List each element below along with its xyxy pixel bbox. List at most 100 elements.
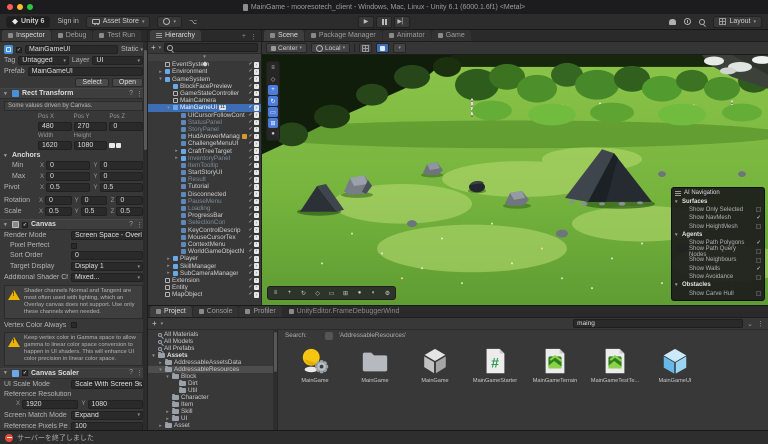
check-icon[interactable]: ✓ <box>248 242 252 247</box>
hierarchy-row[interactable]: StoryPanel ✓ › <box>148 126 261 133</box>
open-prefab-icon[interactable]: › <box>254 278 260 284</box>
nav-option-row[interactable]: Show Avoidance <box>675 273 761 281</box>
hierarchy-row[interactable]: PauseMenu ✓ › <box>148 198 261 205</box>
nav-option-row[interactable]: Show HeightMesh <box>675 222 761 230</box>
grid-visibility-button[interactable] <box>359 43 372 53</box>
check-icon[interactable]: ✓ <box>248 184 252 189</box>
open-prefab-icon[interactable]: › <box>254 227 260 233</box>
folder-row[interactable]: All Models <box>148 338 277 345</box>
help-icon[interactable]: ? <box>129 90 133 98</box>
search-scope-path[interactable]: 'AddressableResources' <box>339 332 407 339</box>
check-icon[interactable]: ✓ <box>248 84 252 89</box>
open-prefab-icon[interactable]: › <box>254 191 260 197</box>
check-icon[interactable]: ✓ <box>248 62 252 67</box>
scale-z-field[interactable]: 0.5 <box>116 207 143 216</box>
open-prefab-icon[interactable]: › <box>254 105 260 111</box>
scene-view-tab[interactable]: Animator <box>383 30 431 41</box>
nav-option-row[interactable]: ▾ Surfaces <box>675 197 761 205</box>
foldout-arrow-icon[interactable]: ▾ <box>4 91 9 97</box>
foldout-arrow-icon[interactable]: ▾ <box>675 199 680 205</box>
hierarchy-row[interactable]: Loading ✓ › <box>148 205 261 212</box>
foldout-arrow-icon[interactable]: ▾ <box>675 232 680 238</box>
nav-option-checkbox[interactable]: ✓ <box>756 215 761 221</box>
hierarchy-row[interactable]: ProgressBar ✓ › <box>148 212 261 219</box>
tag-dropdown[interactable]: Untagged <box>18 56 69 65</box>
ai-navigation-title[interactable]: AI Navigation <box>675 190 761 196</box>
bottom-panel-tab[interactable]: Console <box>193 306 239 317</box>
expand-arrow-icon[interactable]: ▾ <box>202 54 207 60</box>
expand-arrow-icon[interactable]: ▾ <box>151 353 156 359</box>
hierarchy-row[interactable]: ▸ SubCameraManager ✓ › <box>148 270 261 277</box>
step-button[interactable]: ▶▏ <box>394 16 410 28</box>
hierarchy-row[interactable]: HudAnswerManager ✓ › <box>148 133 261 140</box>
open-prefab-icon[interactable]: › <box>254 199 260 205</box>
open-prefab-icon[interactable]: › <box>254 112 260 118</box>
open-prefab-icon[interactable]: › <box>254 270 260 276</box>
check-icon[interactable]: ✓ <box>248 170 252 175</box>
open-prefab-icon[interactable]: › <box>254 292 260 298</box>
ref-resolution-y-field[interactable]: 1080 <box>88 400 144 409</box>
open-prefab-icon[interactable]: › <box>254 69 260 75</box>
open-prefab-icon[interactable]: › <box>254 184 260 190</box>
scaler-enabled-checkbox[interactable] <box>22 370 28 376</box>
open-prefab-icon[interactable]: › <box>254 84 260 90</box>
scale-tool-icon[interactable]: ◇ <box>311 288 324 298</box>
render-mode-dropdown[interactable]: Screen Space - Overlay <box>71 231 143 240</box>
rotate-tool-icon[interactable]: ↻ <box>297 288 310 298</box>
hierarchy-row[interactable]: ContextMenu ✓ › <box>148 241 261 248</box>
rotation-y-field[interactable]: 0 <box>81 196 108 205</box>
folder-row[interactable]: ▸ Skill <box>148 408 277 415</box>
kebab-menu-icon[interactable]: ⋮ <box>250 33 257 41</box>
vertex-color-checkbox[interactable] <box>71 322 77 328</box>
asset-tile[interactable]: MainGameTestTe... <box>590 346 640 384</box>
version-control-icon[interactable]: ⌥ <box>189 18 197 26</box>
play-button[interactable]: ▶ <box>358 16 374 28</box>
hierarchy-row[interactable]: Result ✓ › <box>148 176 261 183</box>
unity-hub-button[interactable]: Unity 6 <box>6 16 50 28</box>
expand-arrow-icon[interactable]: ▾ <box>166 105 171 111</box>
hierarchy-row[interactable]: ▸ Environment ✓ › <box>148 68 261 75</box>
kebab-menu-icon[interactable]: ⋮ <box>757 320 764 328</box>
expand-arrow-icon[interactable]: ▸ <box>165 409 170 415</box>
check-icon[interactable]: ✓ <box>248 127 252 132</box>
folder-row[interactable]: ▸ Asset <box>148 422 277 429</box>
inspector-tab[interactable]: Inspector <box>2 30 51 41</box>
nav-option-row[interactable]: Show NavMesh ✓ <box>675 214 761 222</box>
check-icon[interactable]: ✓ <box>248 134 252 139</box>
check-icon[interactable]: ✓ <box>248 177 252 182</box>
hierarchy-row[interactable]: ▸ Player ✓ › <box>148 255 261 262</box>
asset-tile[interactable]: MainGame <box>350 346 400 384</box>
transform-tool-button[interactable]: ● <box>268 129 278 139</box>
check-icon[interactable]: ✓ <box>248 220 252 225</box>
check-icon[interactable]: ✓ <box>248 256 252 261</box>
asset-tile[interactable]: MainGame <box>290 346 340 384</box>
expand-arrow-icon[interactable]: ▸ <box>158 69 163 75</box>
anchors-foldout[interactable]: Anchors <box>12 152 40 159</box>
prefab-field[interactable]: MainGameUI <box>28 67 143 76</box>
pos-z-field[interactable]: 0 <box>109 122 143 131</box>
folder-row[interactable]: Item <box>148 401 277 408</box>
folder-row[interactable]: All Prefabs <box>148 345 277 352</box>
anchor-min-y-field[interactable]: 0 <box>100 161 144 170</box>
anchor-min-x-field[interactable]: 0 <box>46 161 90 170</box>
sort-order-field[interactable]: 0 <box>71 251 143 260</box>
expand-arrow-icon[interactable]: ▸ <box>158 360 163 366</box>
static-dropdown[interactable]: Static▾ <box>121 46 143 53</box>
check-icon[interactable]: ✓ <box>248 77 252 82</box>
layout-dropdown[interactable]: Layout▾ <box>713 16 762 28</box>
hidden-search-icon[interactable]: ⌄ <box>747 320 753 328</box>
check-icon[interactable]: ✓ <box>248 278 252 283</box>
layer-dropdown[interactable]: UI <box>92 56 143 65</box>
prefab-select-button[interactable]: Select <box>75 78 108 87</box>
move-tool-button[interactable]: + <box>268 85 278 95</box>
folder-row[interactable]: ▾ Assets <box>148 352 277 359</box>
scene-view-tab[interactable]: Package Manager <box>305 30 382 41</box>
hierarchy-row[interactable]: SelectionCon ✓ › <box>148 219 261 226</box>
overlay-handle-icon[interactable] <box>675 191 681 196</box>
check-icon[interactable]: ✓ <box>248 206 252 211</box>
scene-view-tab[interactable]: Scene <box>264 30 304 41</box>
snap-toggle-button[interactable] <box>376 43 389 53</box>
check-icon[interactable]: ✓ <box>248 271 252 276</box>
canvas-scaler-header[interactable]: ▾ Canvas Scaler ?⋮ <box>0 368 147 379</box>
open-prefab-icon[interactable]: › <box>254 242 260 248</box>
